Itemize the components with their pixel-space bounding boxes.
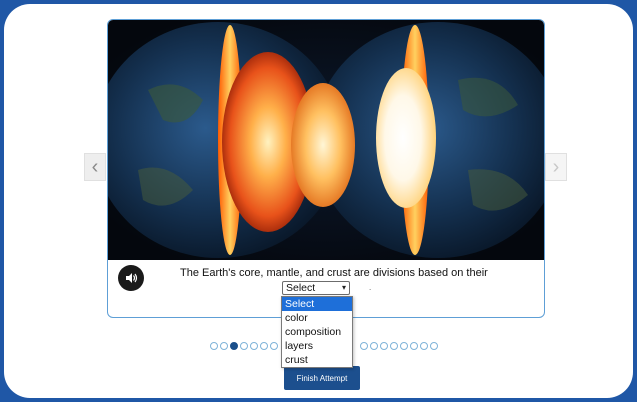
select-option[interactable]: layers <box>282 339 352 353</box>
pager-dot[interactable] <box>380 342 388 350</box>
select-value: Select <box>286 282 316 294</box>
pager-dot[interactable] <box>390 342 398 350</box>
pager-dot[interactable] <box>240 342 248 350</box>
pager-dot[interactable] <box>260 342 268 350</box>
select-option[interactable]: Select <box>282 297 352 311</box>
select-options-list: Select color composition layers crust <box>281 296 353 368</box>
answer-select[interactable]: Select ▾ <box>282 281 350 295</box>
speaker-icon <box>126 273 138 283</box>
audio-play-button[interactable] <box>118 265 144 291</box>
select-option[interactable]: color <box>282 311 352 325</box>
earth-layers-illustration <box>108 20 544 260</box>
pager-dot[interactable] <box>410 342 418 350</box>
question-text: The Earth's core, mantle, and crust are … <box>180 267 488 279</box>
pager-dot[interactable] <box>270 342 278 350</box>
pager-dot[interactable] <box>250 342 258 350</box>
pager-dot[interactable] <box>420 342 428 350</box>
pager-dot[interactable] <box>360 342 368 350</box>
pager-dot[interactable] <box>220 342 228 350</box>
pager-dot[interactable] <box>400 342 408 350</box>
previous-slide-button[interactable]: ‹ <box>84 153 106 181</box>
select-option[interactable]: crust <box>282 353 352 367</box>
pager-dot[interactable] <box>230 342 238 350</box>
select-option[interactable]: composition <box>282 325 352 339</box>
sentence-period: . <box>369 283 372 292</box>
pager-dot[interactable] <box>210 342 218 350</box>
pager-dot[interactable] <box>430 342 438 350</box>
content-frame: ‹ › The Earth's core, mantle, and crust … <box>4 4 633 398</box>
next-slide-button[interactable]: › <box>545 153 567 181</box>
finish-attempt-button[interactable]: Finish Attempt <box>284 366 360 390</box>
slide-card: The Earth's core, mantle, and crust are … <box>107 19 545 318</box>
chevron-right-icon: › <box>552 156 560 178</box>
chevron-down-icon: ▾ <box>341 283 346 292</box>
chevron-left-icon: ‹ <box>91 156 99 178</box>
pager-dot[interactable] <box>370 342 378 350</box>
